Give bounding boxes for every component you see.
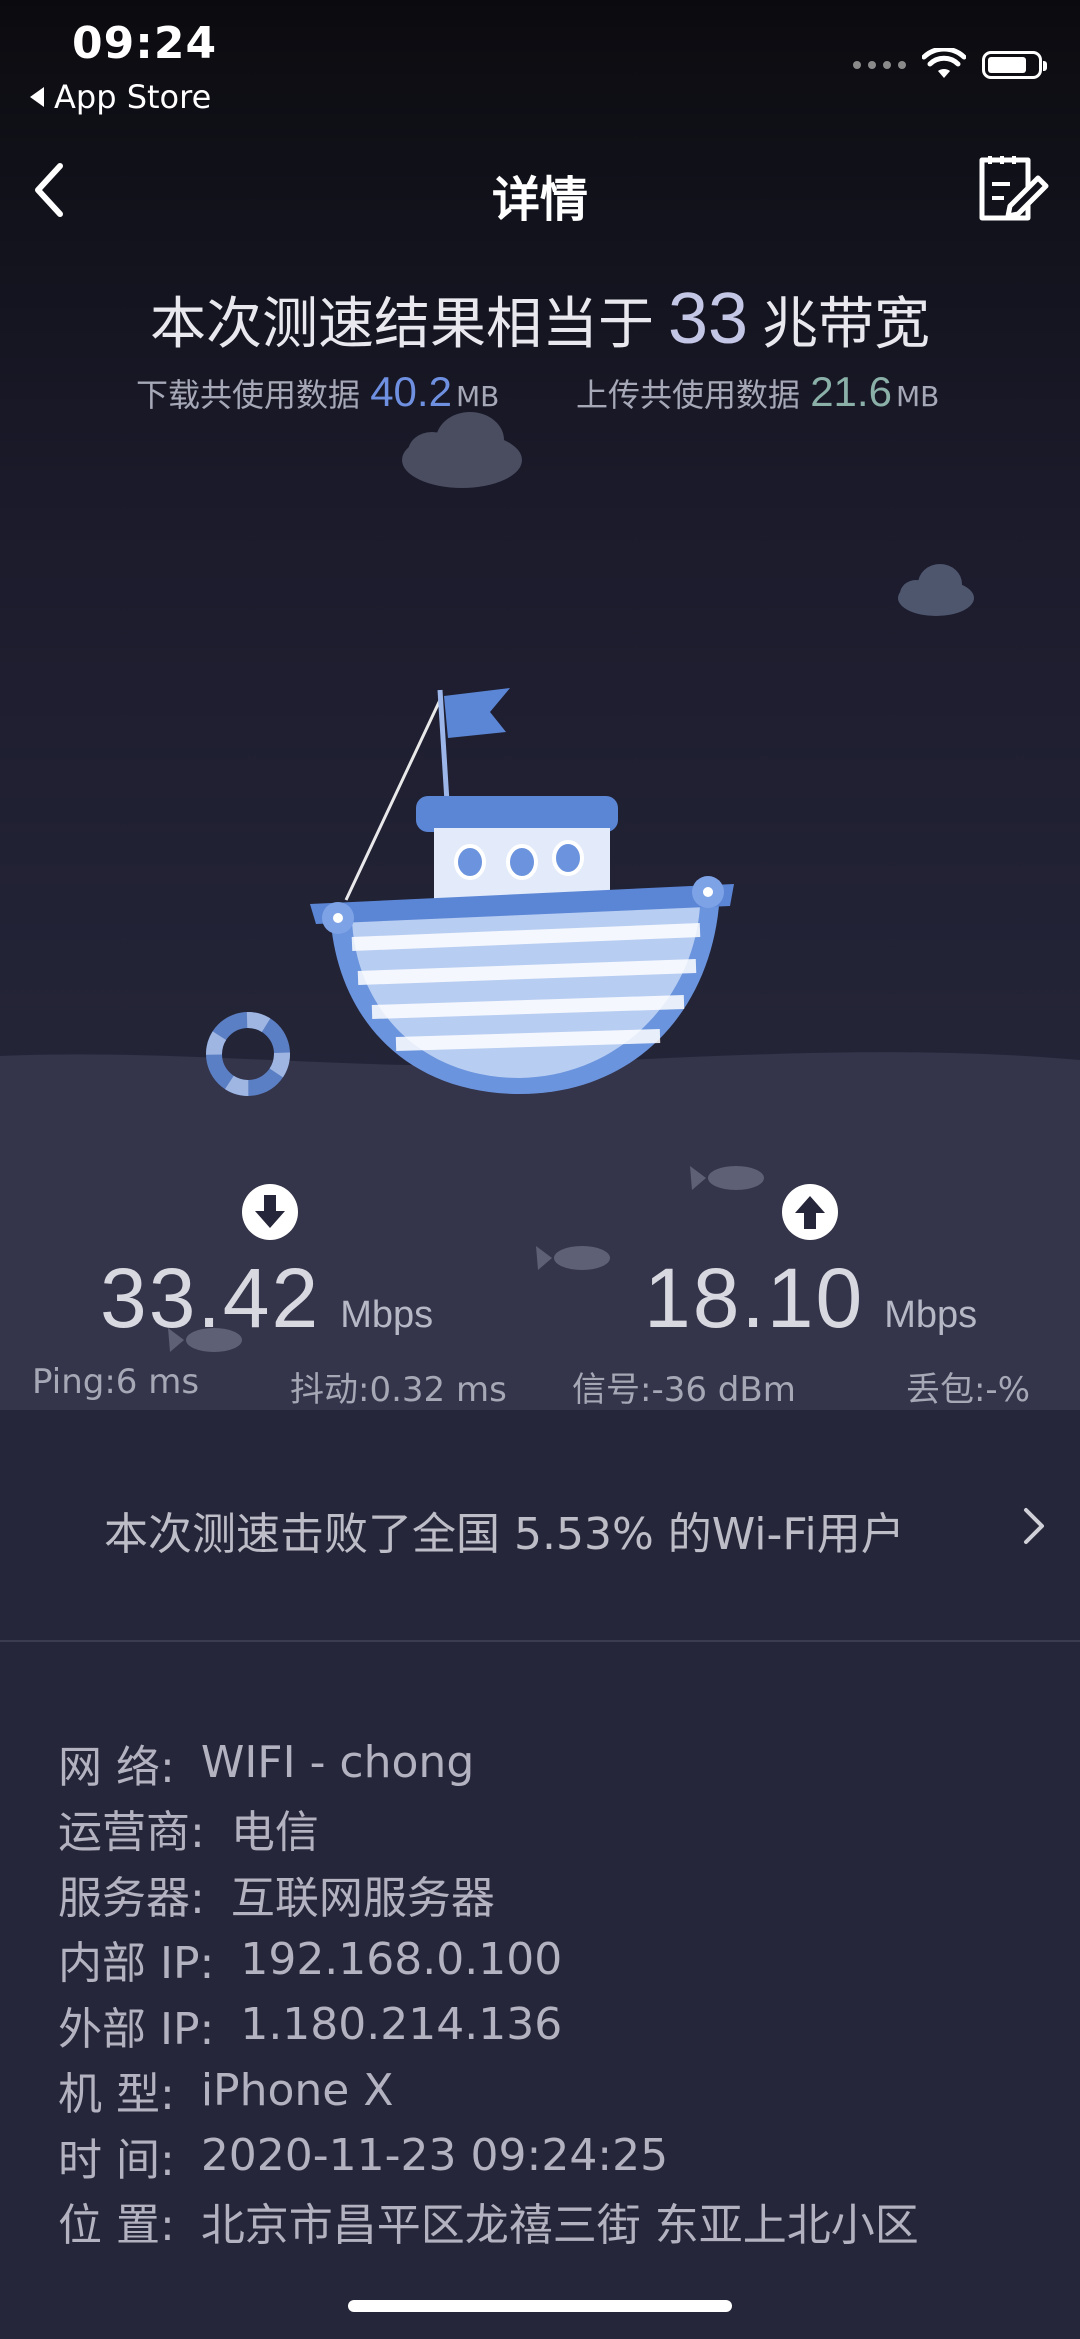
info-label: 机 型:: [58, 2069, 175, 2121]
info-label: 外部 IP:: [58, 2003, 215, 2055]
back-app-label: App Store: [54, 78, 212, 116]
info-value: 互联网服务器: [230, 1872, 495, 1924]
download-data-label: 下载共使用数据: [136, 376, 361, 414]
cloud-icon: [402, 412, 522, 488]
info-row-server: 服务器: 互联网服务器: [58, 1861, 919, 1927]
upload-data-label: 上传共使用数据: [576, 376, 801, 414]
info-value: 电信: [230, 1807, 319, 1859]
arrow-down-circle-icon: [242, 1184, 298, 1240]
hero-scene: 09:24 App Store 详情 本次测速结果相当于 33 兆带宽 下载共使…: [0, 0, 1080, 1410]
download-data-unit: MB: [455, 380, 500, 413]
info-label: 内部 IP:: [58, 1938, 215, 1990]
status-time: 09:24: [72, 18, 218, 69]
summary-prefix: 本次测速结果相当于: [149, 292, 654, 357]
back-triangle-icon: [30, 87, 44, 107]
sea-wave: [0, 1052, 1080, 1410]
download-speed-value: 33.42: [100, 1251, 321, 1345]
info-row-location: 位 置: 北京市昌平区龙禧三街 东亚上北小区: [58, 2189, 919, 2255]
info-value: WIFI - chong: [200, 1737, 475, 1789]
info-row-device-model: 机 型: iPhone X: [58, 2058, 919, 2124]
info-row-time: 时 间: 2020-11-23 09:24:25: [58, 2123, 919, 2189]
info-label: 运营商:: [58, 1807, 205, 1859]
upload-speed-unit: Mbps: [884, 1294, 978, 1336]
arrow-up-circle-icon: [782, 1184, 838, 1240]
info-label: 时 间:: [58, 2134, 175, 2186]
ranking-row[interactable]: 本次测速击败了全国 5.53% 的Wi-Fi用户: [0, 1410, 1080, 1642]
upload-data-unit: MB: [895, 380, 940, 413]
info-label: 位 置:: [58, 2200, 175, 2252]
wifi-icon: [922, 48, 966, 78]
summary-suffix: 兆带宽: [762, 292, 931, 357]
cellular-signal-icon: [853, 61, 906, 69]
upload-speed: 18.10 Mbps: [644, 1250, 977, 1347]
speed-test-detail-screen: 09:24 App Store 详情 本次测速结果相当于 33 兆带宽 下载共使…: [0, 0, 1080, 2339]
chevron-right-icon: [1024, 1508, 1044, 1544]
bandwidth-value: 33: [667, 279, 749, 359]
info-row-internal-ip: 内部 IP: 192.168.0.100: [58, 1927, 919, 1993]
info-value: 2020-11-23 09:24:25: [200, 2130, 669, 2182]
packet-loss-metric: 丢包:-%: [905, 1370, 1030, 1410]
info-row-carrier: 运营商: 电信: [58, 1796, 919, 1862]
home-indicator[interactable]: [348, 2300, 732, 2312]
jitter-metric: 抖动:0.32 ms: [290, 1370, 507, 1410]
ping-metric: Ping:6 ms: [32, 1362, 200, 1402]
info-value: 1.180.214.136: [240, 1999, 563, 2051]
back-to-app-link[interactable]: App Store: [30, 78, 211, 116]
cloud-icon: [898, 564, 974, 616]
status-indicators: [853, 48, 1047, 82]
edit-note-icon[interactable]: [974, 150, 1050, 226]
info-label: 网 络:: [58, 1741, 175, 1793]
upload-data-value: 21.6: [810, 368, 892, 415]
download-data-used: 下载共使用数据 40.2 MB: [136, 368, 499, 416]
flag-icon: [444, 688, 510, 738]
download-speed: 33.42 Mbps: [100, 1250, 433, 1347]
info-value: 北京市昌平区龙禧三街 东亚上北小区: [200, 2200, 919, 2252]
upload-speed-value: 18.10: [644, 1251, 865, 1345]
info-label: 服务器:: [58, 1872, 205, 1924]
info-row-external-ip: 外部 IP: 1.180.214.136: [58, 1992, 919, 2058]
download-speed-unit: Mbps: [340, 1294, 434, 1336]
info-value: iPhone X: [200, 2064, 394, 2116]
ranking-text: 本次测速击败了全国 5.53% 的Wi-Fi用户: [104, 1509, 905, 1560]
battery-icon: [982, 51, 1047, 79]
page-title: 详情: [491, 172, 588, 228]
info-row-network: 网 络: WIFI - chong: [58, 1730, 919, 1796]
signal-metric: 信号:-36 dBm: [572, 1370, 796, 1410]
network-info-list: 网 络: WIFI - chong 运营商: 电信 服务器: 互联网服务器 内部…: [58, 1730, 919, 2254]
bandwidth-summary: 本次测速结果相当于 33 兆带宽: [0, 278, 1080, 360]
info-value: 192.168.0.100: [240, 1933, 563, 1985]
upload-data-used: 上传共使用数据 21.6 MB: [576, 368, 939, 416]
download-data-value: 40.2: [370, 368, 452, 415]
